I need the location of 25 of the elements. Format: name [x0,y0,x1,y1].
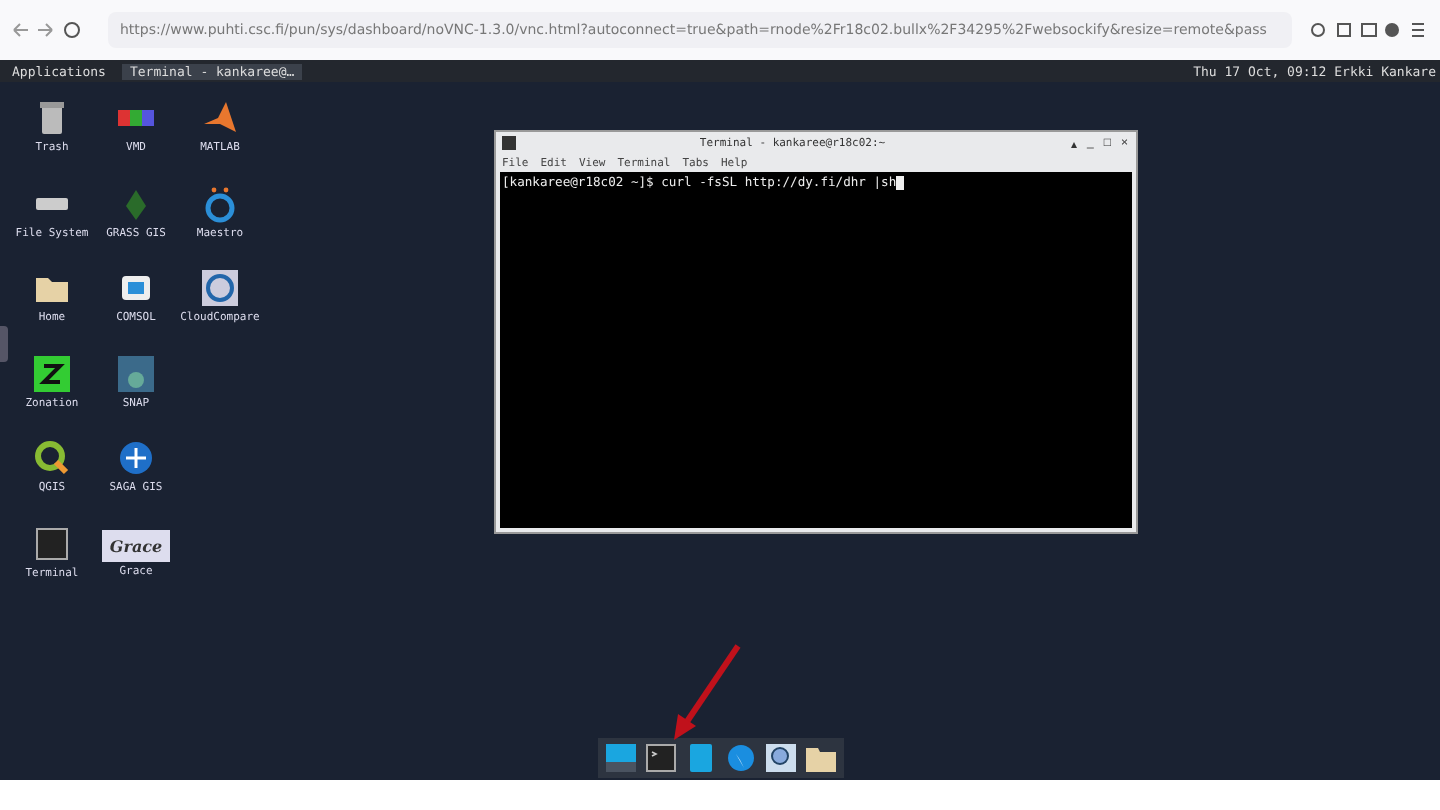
terminal-icon [645,744,675,772]
grace-logo: Grace [101,529,171,561]
globe-icon [725,744,755,772]
cloudcompare-icon [200,268,240,308]
folder-icon [805,744,835,772]
arrow-annotation [672,642,744,742]
terminal-icon [32,523,72,563]
dock-launcher[interactable] [803,742,837,774]
saga-icon [116,438,156,478]
drive-icon [36,197,68,209]
zonation-icon [32,353,72,393]
dock-launcher[interactable] [643,742,677,774]
text-cursor [896,176,905,190]
dock-launcher[interactable] [603,742,637,774]
snap-icon [116,353,156,393]
search-icon [765,744,795,772]
dock-launcher[interactable] [763,742,797,774]
side-panel-handle[interactable] [0,326,8,362]
terminal-icon [502,136,516,150]
toolbar-icons[interactable] [1308,20,1428,40]
ring-icon [200,183,240,223]
peak-surface-icon [200,98,240,138]
file-manager-icon [685,744,715,772]
desktop-icon [605,744,635,772]
qgis-icon [32,438,72,478]
